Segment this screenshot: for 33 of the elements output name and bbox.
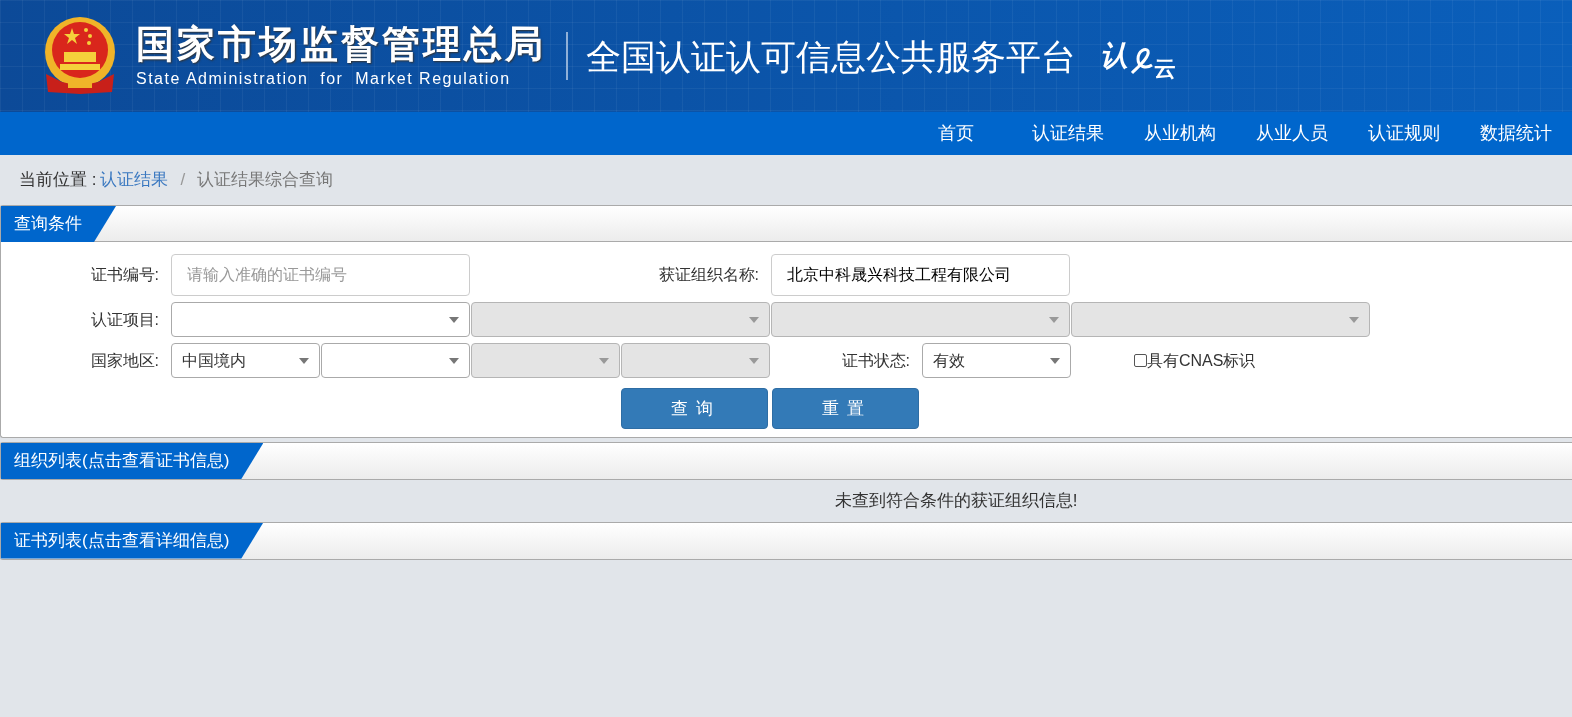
nav-link[interactable]: 认证结果 — [1012, 120, 1124, 147]
agency-english-name: State Administration for Market Regulation — [136, 71, 512, 87]
logo-text: 认 — [1100, 39, 1128, 73]
dropdown-field[interactable] — [321, 343, 470, 378]
empty-result-message: 未查到符合条件的获证组织信息! — [834, 491, 1078, 510]
breadcrumb-label: 当前位置 : — [19, 169, 97, 192]
dropdown-field[interactable]: 有效 — [922, 343, 1071, 378]
platform-title: 全国认证认可信息公共服务平台 — [586, 38, 1076, 74]
swirl-icon — [1128, 47, 1154, 77]
checkbox[interactable] — [1134, 354, 1147, 367]
emblem-icon — [42, 16, 118, 96]
checkbox-label: 具有CNAS标识 — [1147, 350, 1256, 371]
nav-link[interactable]: 认证规则 — [1348, 120, 1460, 147]
field-label: 国家地区: — [89, 350, 160, 371]
agency-name: 国家市场监督管理总局 — [136, 25, 546, 63]
nav-link[interactable]: 数据统计 — [1460, 120, 1572, 147]
field-label: 证书编号: — [89, 265, 160, 285]
breadcrumb-link[interactable]: 认证结果 — [100, 167, 169, 193]
text-field[interactable]: 北京中科晟兴科技工程有限公司 — [771, 254, 1070, 296]
breadcrumb-separator: / — [180, 169, 186, 192]
dropdown-field[interactable] — [171, 302, 470, 337]
nav-link[interactable]: 从业机构 — [1124, 120, 1236, 147]
breadcrumb-current: 认证结果综合查询 — [197, 169, 334, 192]
logo-text: 云 — [1154, 55, 1176, 83]
action-button[interactable]: 重置 — [772, 388, 919, 429]
text-field[interactable]: 请输入准确的证书编号 — [171, 254, 470, 296]
action-button[interactable]: 查询 — [621, 388, 768, 429]
nav-link[interactable]: 从业人员 — [1236, 120, 1348, 147]
dropdown-field[interactable]: 中国境内 — [171, 343, 320, 378]
field-label: 认证项目: — [89, 309, 160, 330]
nav-link[interactable]: 首页 — [900, 120, 1012, 147]
field-label: 获证组织名称: — [657, 265, 760, 285]
field-label: 证书状态: — [840, 350, 911, 371]
